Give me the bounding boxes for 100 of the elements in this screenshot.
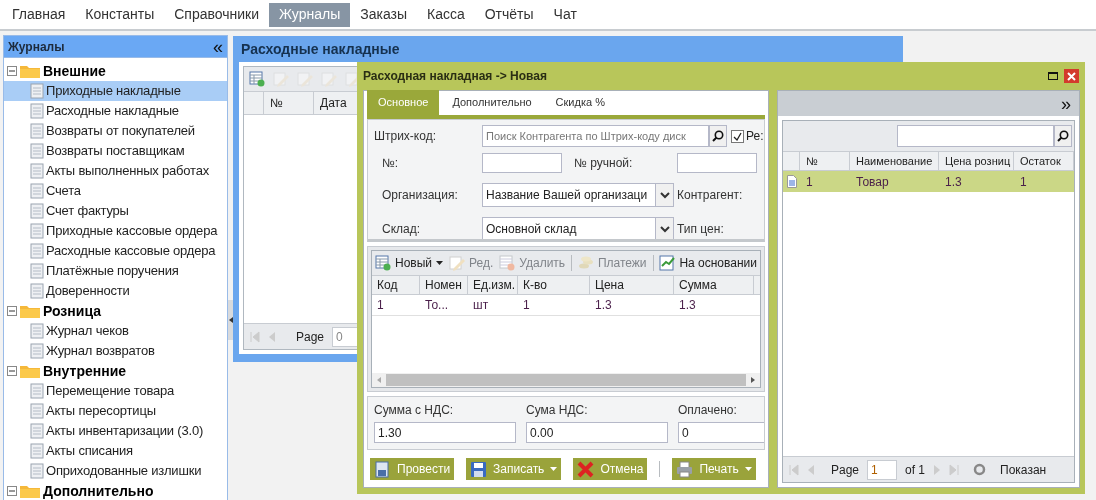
minus-icon <box>9 368 15 374</box>
checkbox[interactable] <box>731 129 744 143</box>
tree-group[interactable]: Розница <box>43 300 101 322</box>
pager-label: Page <box>296 328 325 346</box>
document-icon <box>30 443 44 459</box>
collapse-toggle-icon[interactable] <box>7 366 17 376</box>
close-button[interactable] <box>1064 69 1079 83</box>
chevron-down-icon <box>659 191 670 199</box>
tree-item[interactable]: Журнал чеков <box>4 321 227 341</box>
table-cell-text: 1 <box>522 297 531 314</box>
column-header[interactable]: Цена <box>590 276 674 294</box>
tree-item[interactable]: Расходные накладные <box>4 101 227 121</box>
column-header[interactable]: Сумма <box>674 276 754 294</box>
left-arrow-icon <box>228 317 233 323</box>
column-header[interactable]: № <box>800 152 850 170</box>
tree-item[interactable]: Акты инвентаризации (3.0) <box>4 421 227 441</box>
tab[interactable]: Дополнительно <box>441 90 543 115</box>
menu-tab[interactable]: Чат <box>543 2 587 27</box>
tree-item[interactable]: Акты пересортицы <box>4 401 227 421</box>
tree-item[interactable]: Возвраты поставщикам <box>4 141 227 161</box>
search-field[interactable] <box>897 125 1054 147</box>
text-input[interactable] <box>482 153 562 173</box>
collapse-toggle-icon[interactable] <box>7 486 17 496</box>
splitter-handle[interactable] <box>228 300 233 340</box>
column-header[interactable]: Код <box>372 276 420 294</box>
expand-button[interactable]: » <box>1061 94 1071 113</box>
tree-item[interactable]: Доверенности <box>4 281 227 301</box>
tree-item[interactable]: Журнал возвратов <box>4 341 227 361</box>
menu-tab[interactable]: Справочники <box>164 2 270 27</box>
column-header[interactable]: Ед.изм. <box>468 276 518 294</box>
tree-item[interactable]: Возвраты от покупателей <box>4 121 227 141</box>
tree-group[interactable]: Дополнительно <box>43 480 154 500</box>
document-icon <box>30 403 44 419</box>
menu-tab[interactable]: Касса <box>417 2 475 27</box>
dropdown-field[interactable]: Основной склад <box>482 217 674 239</box>
field-label: Штрих-код: <box>374 128 437 145</box>
tree-item[interactable]: Акты выполненных работах <box>4 161 227 181</box>
panel-title: Журналы <box>8 38 65 56</box>
tab[interactable]: Скидка % <box>544 90 616 115</box>
menu-tab[interactable]: Константы <box>75 2 165 27</box>
search-field[interactable]: Поиск Контрагента по Штрих-коду диск <box>482 125 709 147</box>
collapse-toggle-icon[interactable] <box>7 306 17 316</box>
tree-item[interactable]: Оприходованные излишки <box>4 461 227 481</box>
collapse-toggle-icon[interactable] <box>7 66 17 76</box>
document-icon <box>30 323 44 339</box>
tree-group[interactable]: Внутренние <box>43 360 127 382</box>
column-header[interactable]: № <box>264 92 314 114</box>
column-header[interactable]: Номен <box>420 276 468 294</box>
field-label: Оплачено: <box>678 402 738 419</box>
column-header[interactable]: Цена розниц <box>939 152 1014 170</box>
column-header[interactable]: К-во <box>518 276 590 294</box>
search-button[interactable] <box>1054 125 1072 147</box>
table-add-icon <box>249 71 265 87</box>
text-input[interactable]: 0 <box>678 422 764 443</box>
collapse-button[interactable]: « <box>213 37 223 56</box>
field-label: №: <box>381 155 400 172</box>
document-icon <box>374 460 391 478</box>
printer-icon <box>676 460 694 478</box>
tree-item[interactable]: Счет фактуры <box>4 201 227 221</box>
search-icon <box>1057 130 1069 142</box>
horizontal-scrollbar[interactable] <box>372 373 760 387</box>
text-input[interactable] <box>677 153 757 173</box>
menu-tab[interactable]: Главная <box>2 2 76 27</box>
toolbar-button[interactable]: На основании <box>659 254 757 272</box>
tree-group[interactable]: Внешние <box>43 60 106 82</box>
tree-item[interactable]: Акты списания <box>4 441 227 461</box>
window-title: Расходные накладные <box>241 39 400 59</box>
column-header[interactable]: Наименование <box>850 152 939 170</box>
tree-item[interactable]: Счета <box>4 181 227 201</box>
search-icon <box>712 130 724 142</box>
toolbar-button[interactable]: Новый <box>375 254 444 272</box>
table-row[interactable]: 1 Товар 1.3 1 <box>783 171 1074 192</box>
menu-tab[interactable]: Отчёты <box>474 2 544 27</box>
document-icon <box>30 183 44 199</box>
document-icon <box>30 263 44 279</box>
text-input[interactable]: 1.30 <box>374 422 516 443</box>
search-button[interactable] <box>709 125 727 147</box>
document-icon <box>30 203 44 219</box>
document-icon <box>786 175 797 188</box>
toolbar-button[interactable] <box>248 70 266 88</box>
maximize-button[interactable] <box>1046 69 1060 83</box>
field-label: Тип цен: <box>677 221 725 238</box>
tree-item[interactable]: Приходные накладные <box>4 81 227 101</box>
table-cell-text: 1 <box>376 297 385 314</box>
menu-tab[interactable]: Заказы <box>350 2 417 27</box>
tree-item[interactable]: Расходные кассовые ордера <box>4 241 227 261</box>
page-number-field[interactable]: 1 <box>867 459 898 480</box>
dropdown-field[interactable]: Название Вашей организаци <box>482 183 674 207</box>
column-header[interactable]: Остаток <box>1014 152 1074 170</box>
minus-icon <box>9 68 15 74</box>
tree-item[interactable]: Приходные кассовые ордера <box>4 221 227 241</box>
tree-item[interactable]: Перемещение товара <box>4 381 227 401</box>
document-icon <box>30 243 44 259</box>
first-page-icon <box>250 330 260 343</box>
text-input[interactable]: 0.00 <box>526 422 668 443</box>
table-cell-text: То... <box>424 297 450 314</box>
document-icon <box>30 163 44 179</box>
field-label: Склад: <box>381 221 422 238</box>
previous-page-icon <box>268 330 276 343</box>
tree-item[interactable]: Платёжные поручения <box>4 261 227 281</box>
